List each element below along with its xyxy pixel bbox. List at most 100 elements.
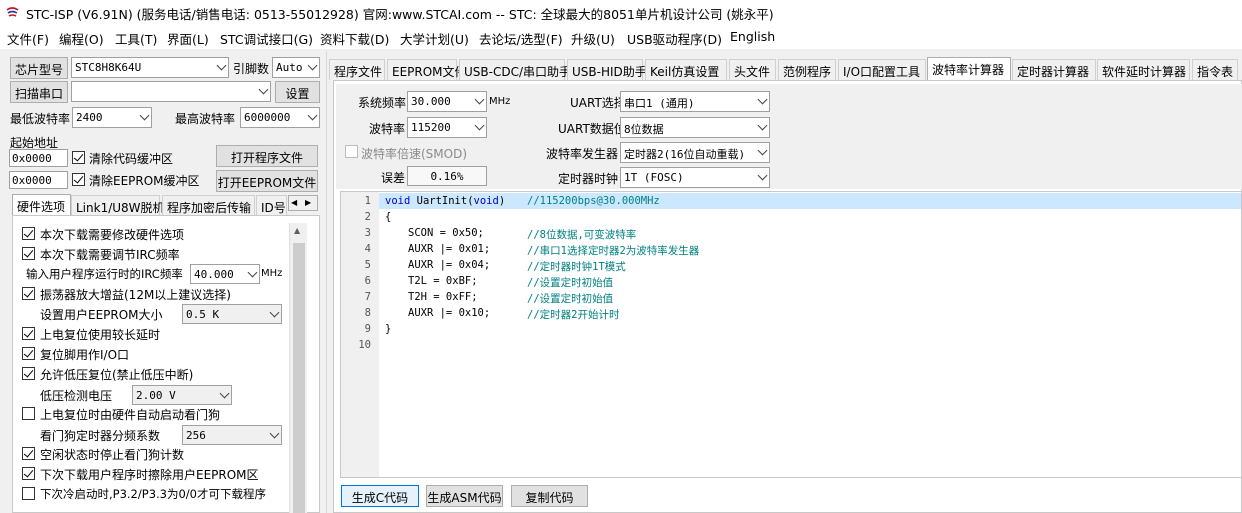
menu-file[interactable]: 文件(F): [7, 29, 49, 48]
start-address-2-input[interactable]: 0x0000: [9, 171, 68, 189]
tab-delay-calculator[interactable]: 软件延时计算器: [1097, 59, 1190, 80]
tab-keil-sim[interactable]: Keil仿真设置: [645, 59, 727, 80]
code-comment-8: //定时器2开始计时: [527, 309, 620, 321]
opt-reset-io-label: 复位脚用作I/O口: [40, 348, 130, 362]
eeprom-size-label: 设置用户EEPROM大小: [40, 308, 163, 322]
tab-examples[interactable]: 范例程序: [778, 59, 836, 80]
chevron-down-icon: [219, 388, 230, 399]
double-baud-checkbox[interactable]: [345, 145, 358, 158]
menu-tools[interactable]: 工具(T): [115, 29, 157, 48]
tab-hardware-options[interactable]: 硬件选项: [12, 194, 71, 215]
baud-generator-select[interactable]: 定时器2(16位自动重载): [620, 142, 770, 163]
tab-scroll[interactable]: ◀ ▶: [288, 195, 318, 211]
chevron-down-icon: [757, 120, 768, 131]
scan-port-select[interactable]: [71, 81, 271, 102]
settings-button[interactable]: 设置: [275, 81, 320, 103]
code-line-1: void UartInit(void): [385, 195, 506, 207]
menu-forum[interactable]: 去论坛/选型(F): [479, 29, 563, 48]
menu-university[interactable]: 大学计划(U): [400, 29, 469, 48]
menu-upgrade[interactable]: 升级(U): [571, 29, 615, 48]
line-number: 7: [364, 291, 371, 303]
menu-download[interactable]: 资料下载(D): [320, 29, 389, 48]
menu-debug[interactable]: STC调试接口(G): [220, 29, 313, 48]
scroll-thumb[interactable]: [293, 243, 305, 513]
tab-header-file[interactable]: 头文件: [729, 59, 776, 80]
opt-erase-eeprom-checkbox[interactable]: [22, 467, 35, 480]
tab-timer-calculator[interactable]: 定时器计算器: [1012, 59, 1096, 80]
tab-baud-calculator[interactable]: 波特率计算器: [927, 57, 1011, 81]
code-line-2: {: [385, 211, 392, 223]
opt-cold-start-label: 下次冷启动时,P3.2/P3.3为0/0才可下载程序: [40, 487, 266, 501]
line-number: 10: [358, 339, 371, 351]
max-baud-select[interactable]: 6000000: [240, 107, 320, 128]
clear-code-checkbox[interactable]: [72, 151, 85, 164]
error-label: 误差: [381, 171, 406, 185]
opt-cold-start-checkbox[interactable]: [22, 487, 35, 500]
timer-clock-label: 定时器时钟: [558, 172, 619, 186]
pin-count-select[interactable]: Auto: [272, 57, 320, 78]
sys-freq-unit: MHz: [489, 96, 511, 107]
code-editor[interactable]: 1 2 3 4 5 6 7 8 9 10 void UartInit(void)…: [340, 191, 1242, 478]
copy-code-button[interactable]: 复制代码: [511, 485, 588, 507]
timer-clock-select[interactable]: 1T (FOSC): [620, 167, 770, 188]
tab-encrypted-transfer[interactable]: 程序加密后传输: [162, 195, 255, 216]
opt-auto-wdt-label: 上电复位时由硬件自动启动看门狗: [40, 408, 221, 422]
tab-instruction-table[interactable]: 指令表: [1192, 59, 1238, 80]
open-eeprom-button[interactable]: 打开EEPROM文件: [216, 170, 318, 192]
opt-adjust-irc-checkbox[interactable]: [22, 247, 35, 260]
opt-osc-gain-label: 振荡器放大增益(12M以上建议选择): [40, 288, 231, 302]
splitter[interactable]: [326, 51, 327, 513]
uart-select[interactable]: 串口1 (通用): [620, 91, 770, 112]
tab-id[interactable]: ID号: [256, 195, 287, 216]
generate-c-code-button[interactable]: 生成C代码: [341, 485, 419, 507]
uart-bits-select[interactable]: 8位数据: [620, 117, 770, 138]
pin-count-label: 引脚数: [233, 62, 270, 76]
irc-freq-select[interactable]: 40.000: [190, 264, 260, 284]
opt-idle-wdt-checkbox[interactable]: [22, 447, 35, 460]
tab-io-config[interactable]: I/O口配置工具: [838, 59, 926, 80]
tab-eeprom-file[interactable]: EEPROM文件: [387, 59, 467, 80]
tab-program-file[interactable]: 程序文件: [329, 59, 385, 80]
clear-eeprom-label: 清除EEPROM缓冲区: [89, 174, 200, 188]
sys-freq-select[interactable]: 30.000: [407, 91, 487, 112]
generate-asm-code-button[interactable]: 生成ASM代码: [426, 485, 503, 507]
menu-interface[interactable]: 界面(L): [167, 29, 209, 48]
opt-modify-hardware-label: 本次下载需要修改硬件选项: [40, 228, 185, 242]
start-address-1-input[interactable]: 0x0000: [9, 149, 68, 167]
chip-model-button[interactable]: 芯片型号: [10, 57, 68, 79]
menu-program[interactable]: 编程(O): [59, 29, 104, 48]
lvd-label: 低压检测电压: [40, 389, 113, 403]
line-number: 6: [364, 275, 371, 287]
arrow-right-icon[interactable]: ▶: [305, 198, 311, 207]
scan-port-button[interactable]: 扫描串口: [10, 81, 68, 103]
tab-usb-cdc[interactable]: USB-CDC/串口助手: [459, 59, 571, 80]
min-baud-select[interactable]: 2400: [72, 107, 152, 128]
tab-link1-offline[interactable]: Link1/U8W脱机: [71, 195, 165, 216]
uart-bits-label: UART数据位: [558, 122, 626, 136]
chevron-down-icon: [757, 145, 768, 156]
line-number: 2: [364, 211, 371, 223]
opt-modify-hardware-checkbox[interactable]: [22, 227, 35, 240]
opt-reset-io-checkbox[interactable]: [22, 347, 35, 360]
menu-english[interactable]: English: [730, 29, 775, 44]
window-title: STC-ISP (V6.91N) (服务电话/销售电话: 0513-550129…: [26, 7, 774, 22]
menu-usb-driver[interactable]: USB驱动程序(D): [627, 29, 722, 48]
arrow-left-icon[interactable]: ◀: [291, 198, 297, 207]
open-program-button[interactable]: 打开程序文件: [216, 145, 318, 167]
chevron-down-icon: [474, 94, 485, 105]
clear-eeprom-checkbox[interactable]: [72, 173, 85, 186]
opt-auto-wdt-checkbox[interactable]: [22, 407, 35, 420]
chip-model-select[interactable]: STC8H8K64U: [71, 57, 229, 78]
eeprom-size-select[interactable]: 0.5 K: [182, 304, 282, 324]
options-scrollbar[interactable]: ▲: [289, 223, 307, 513]
tab-usb-hid[interactable]: USB-HID助手: [567, 59, 647, 80]
opt-long-delay-checkbox[interactable]: [22, 327, 35, 340]
opt-osc-gain-checkbox[interactable]: [22, 287, 35, 300]
line-number: 5: [364, 259, 371, 271]
scroll-up-icon[interactable]: ▲: [294, 226, 300, 235]
line-gutter: 1 2 3 4 5 6 7 8 9 10: [341, 192, 379, 477]
lvd-select[interactable]: 2.00 V: [132, 385, 232, 405]
opt-lvr-checkbox[interactable]: [22, 367, 35, 380]
wdt-div-select[interactable]: 256: [182, 425, 282, 445]
baud-select[interactable]: 115200: [407, 117, 487, 138]
